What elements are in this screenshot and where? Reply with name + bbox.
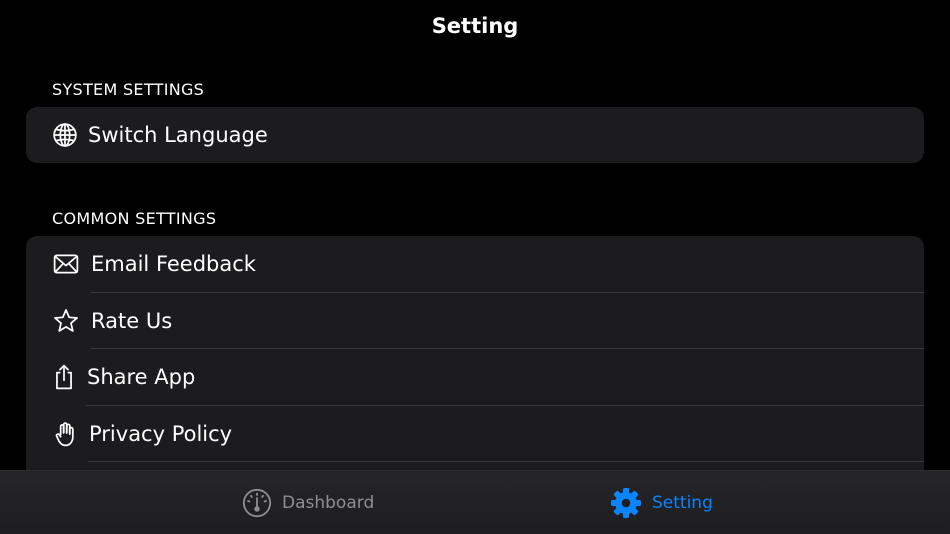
privacy-policy-label: Privacy Policy [89,422,233,447]
share-app-label: Share App [87,365,196,390]
star-icon [53,308,79,334]
hand-icon [52,421,78,447]
email-feedback-row[interactable]: Email Feedback [26,236,924,293]
tab-setting-label: Setting [652,493,713,513]
tab-bar: Dashboard Setting [0,470,950,534]
section-header-system: SYSTEM SETTINGS [52,80,205,99]
globe-icon [52,122,78,148]
row-separator [88,461,924,463]
rate-us-row[interactable]: Rate Us [26,293,924,350]
gear-icon [610,487,642,519]
page-title: Setting [431,14,519,38]
share-icon [51,364,77,390]
common-settings-group: Email Feedback Rate Us Share App Privacy… [26,236,924,496]
share-app-row[interactable]: Share App [26,349,924,406]
privacy-policy-row[interactable]: Privacy Policy [26,406,924,463]
tab-dashboard-label: Dashboard [282,493,375,513]
gauge-icon [242,488,272,518]
envelope-icon [53,251,79,277]
tab-setting[interactable]: Setting [610,471,713,534]
switch-language-row[interactable]: Switch Language [26,107,924,163]
email-feedback-label: Email Feedback [91,252,256,277]
settings-screen: Setting SYSTEM SETTINGS Switch Language … [0,0,950,534]
tab-dashboard[interactable]: Dashboard [242,471,374,534]
system-settings-group: Switch Language [26,107,924,163]
switch-language-label: Switch Language [88,123,268,147]
rate-us-label: Rate Us [91,308,173,333]
section-header-common: COMMON SETTINGS [52,209,217,228]
